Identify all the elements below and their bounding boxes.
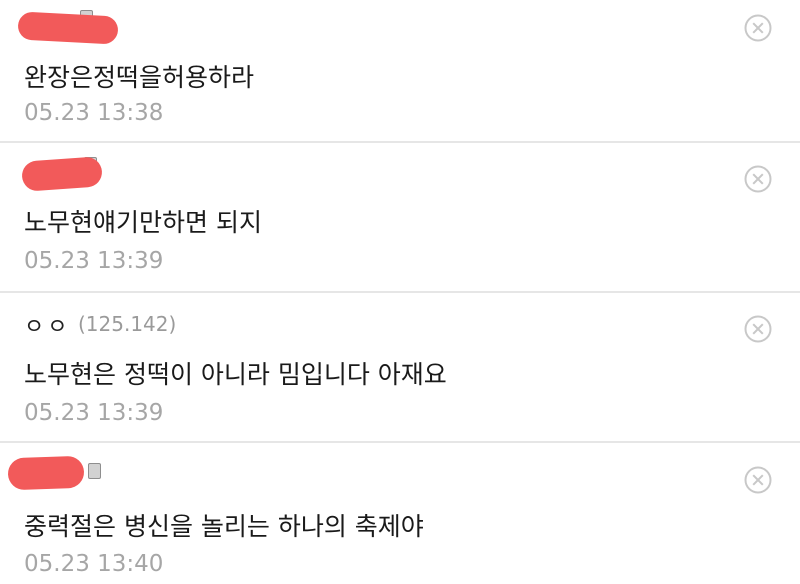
comment-text: 노무현얘기만하면 되지 <box>24 208 262 237</box>
comment-text: 완장은정떡을허용하라 <box>24 63 255 92</box>
member-badge-icon <box>88 463 101 479</box>
comment-timestamp: 05.23 13:38 <box>24 100 164 126</box>
close-circle-icon[interactable] <box>744 14 772 42</box>
comment-author[interactable] <box>7 451 132 491</box>
close-circle-icon[interactable] <box>744 466 772 494</box>
comment-timestamp: 05.23 13:39 <box>24 248 164 274</box>
comment-item: ㅇㅇ (125.142) 노무현은 정떡이 아니라 밈입니다 아재요 05.23… <box>0 293 800 443</box>
redaction-mark <box>21 156 103 192</box>
comment-list: 완장은정떡을허용하라 05.23 13:38 노무현얘기만하면 되지 05.23… <box>0 0 800 584</box>
close-circle-icon[interactable] <box>744 165 772 193</box>
redaction-mark <box>17 11 119 45</box>
comment-item: 노무현얘기만하면 되지 05.23 13:39 <box>0 143 800 293</box>
comment-author[interactable] <box>21 153 132 192</box>
comment-nickname: ㅇㅇ <box>24 315 71 340</box>
comment-text: 중력절은 병신을 놀리는 하나의 축제야 <box>24 512 424 541</box>
comment-item: 완장은정떡을허용하라 05.23 13:38 <box>0 0 800 143</box>
comment-author[interactable] <box>17 6 132 45</box>
comment-timestamp: 05.23 13:39 <box>24 400 164 426</box>
comment-item: 중력절은 병신을 놀리는 하나의 축제야 05.23 13:40 <box>0 443 800 584</box>
comment-timestamp: 05.23 13:40 <box>24 551 164 577</box>
comment-ip: (125.142) <box>78 312 177 336</box>
redaction-mark <box>7 455 85 491</box>
close-circle-icon[interactable] <box>744 315 772 343</box>
comment-author[interactable]: ㅇㅇ (125.142) <box>22 305 176 340</box>
comment-text: 노무현은 정떡이 아니라 밈입니다 아재요 <box>24 360 447 389</box>
